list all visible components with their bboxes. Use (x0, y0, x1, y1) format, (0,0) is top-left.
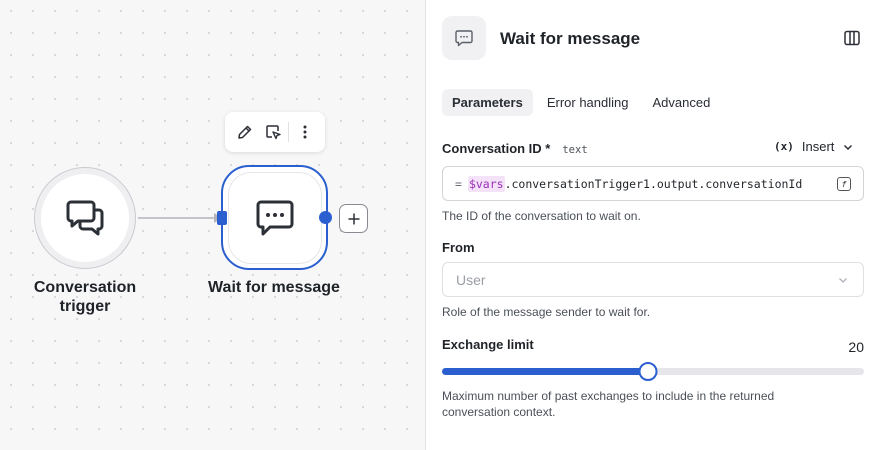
toolbar-divider (288, 122, 290, 142)
variable-icon: (x) (774, 140, 794, 153)
from-select-value: User (456, 271, 486, 288)
tab-parameters[interactable]: Parameters (442, 89, 533, 116)
exchange-limit-slider[interactable] (442, 362, 864, 381)
node-wait-body (228, 172, 321, 263)
layout-toggle-button[interactable] (842, 28, 862, 48)
expression-variable: $vars (467, 175, 505, 192)
type-tag: text (562, 144, 588, 156)
conversation-id-label: Conversation ID * text (442, 141, 588, 156)
node-label-conversation-trigger: Conversation trigger (33, 279, 137, 315)
node-trigger-body (42, 175, 128, 261)
input-port[interactable] (217, 211, 227, 225)
tab-error-handling[interactable]: Error handling (537, 89, 639, 116)
from-label: From (442, 240, 475, 255)
insert-label: Insert (801, 139, 835, 154)
slider-fill (442, 368, 648, 375)
columns-icon (844, 30, 860, 46)
edit-icon (238, 125, 252, 139)
exchange-limit-value: 20 (848, 339, 864, 355)
function-icon[interactable]: f (837, 177, 851, 191)
node-toolbar (225, 112, 325, 152)
add-node-button[interactable] (339, 204, 368, 233)
insert-variable-button[interactable]: (x) Insert (774, 139, 854, 154)
conversation-id-help: The ID of the conversation to wait on. (442, 209, 641, 223)
workflow-canvas[interactable]: Conversation trigger Wait for message (0, 0, 426, 450)
chevron-down-icon (839, 278, 847, 283)
panel-node-icon (442, 16, 486, 60)
conversation-id-label-text: Conversation ID * (442, 141, 551, 156)
from-help: Role of the message sender to wait for. (442, 305, 651, 319)
panel-title: Wait for message (500, 29, 641, 48)
more-icon (303, 125, 307, 139)
node-label-wait-for-message: Wait for message (208, 279, 340, 296)
slider-thumb[interactable] (638, 362, 658, 381)
output-port[interactable] (319, 211, 332, 224)
select-icon (265, 125, 281, 140)
tab-advanced[interactable]: Advanced (642, 89, 720, 116)
expression-equals: = (455, 176, 462, 191)
message-dots-icon (256, 200, 293, 235)
more-button[interactable] (291, 118, 319, 146)
conversation-id-expression-input[interactable]: = $vars .conversationTrigger1.output.conv… (442, 166, 864, 201)
chevron-down-icon (844, 144, 853, 150)
from-select[interactable]: User (442, 262, 864, 297)
message-dots-icon (455, 30, 473, 47)
node-settings-panel: Wait for message Parameters Error handli… (426, 0, 879, 450)
chat-bubbles-icon (66, 200, 104, 236)
exchange-limit-help: Maximum number of past exchanges to incl… (442, 389, 775, 419)
panel-tabs: Parameters Error handling Advanced (442, 89, 720, 116)
exchange-limit-label: Exchange limit (442, 337, 534, 352)
plus-icon (348, 213, 359, 224)
node-wait-for-message[interactable] (221, 165, 328, 270)
select-button[interactable] (259, 118, 287, 146)
node-conversation-trigger[interactable] (34, 167, 136, 269)
edit-button[interactable] (231, 118, 259, 146)
expression-path: .conversationTrigger1.output.conversatio… (504, 176, 803, 191)
